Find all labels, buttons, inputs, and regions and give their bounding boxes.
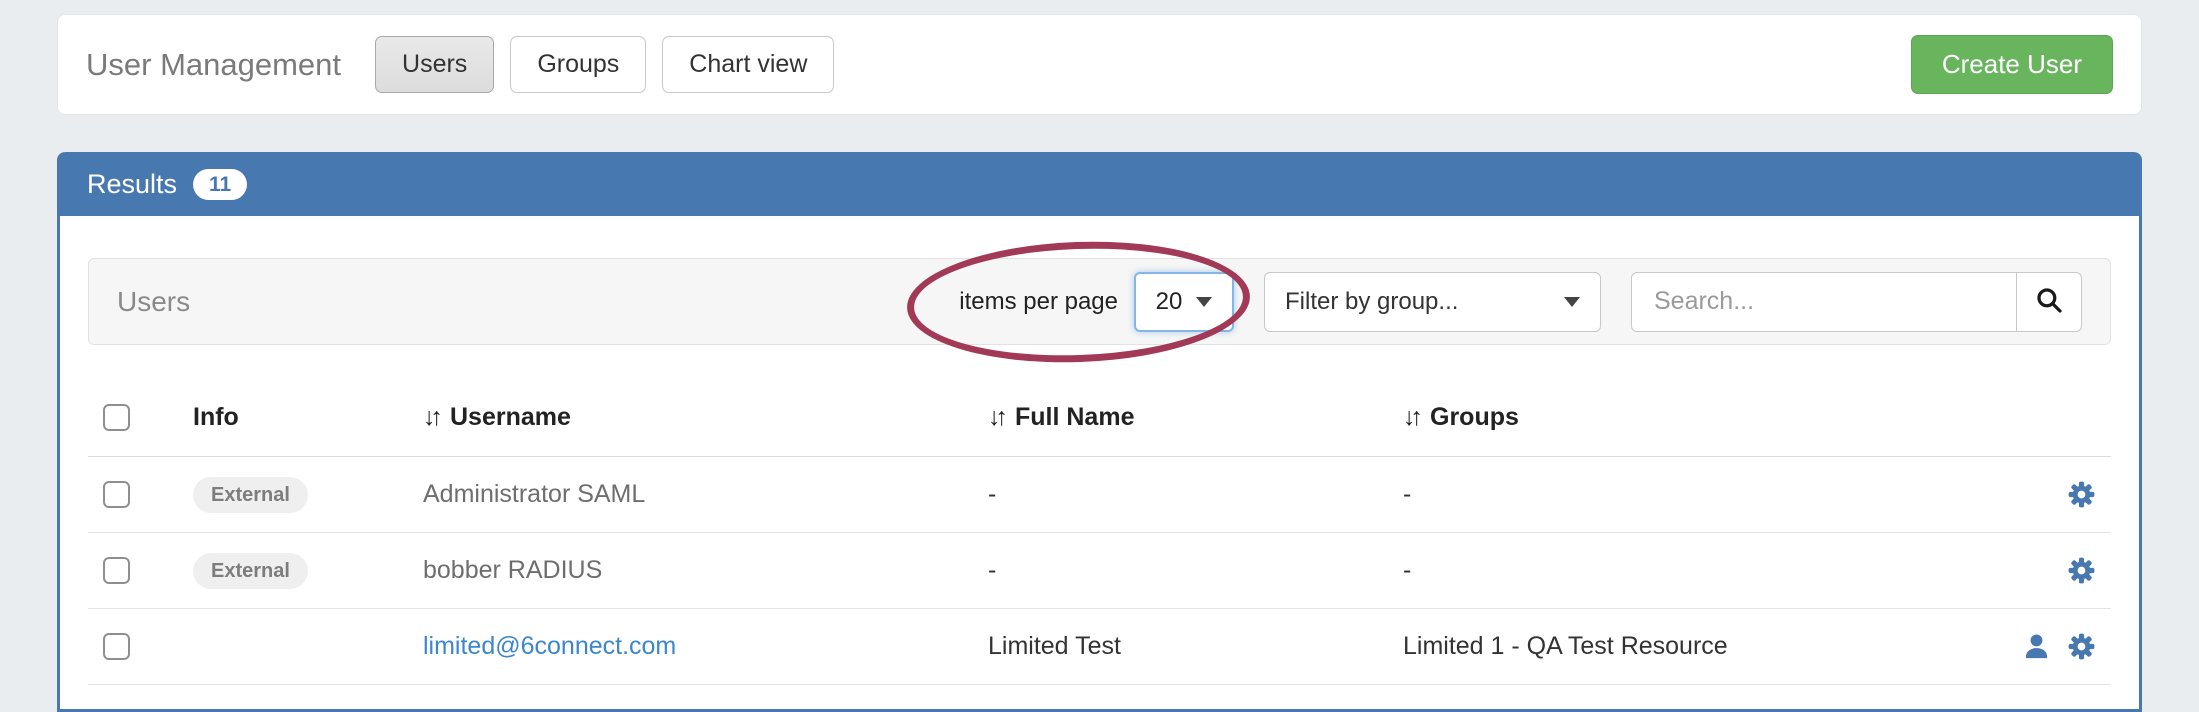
groups-cell: - [1388,533,1948,609]
info-cell: External [178,457,408,533]
username-text: bobber RADIUS [423,556,602,584]
table-header-row: Info ↓↑Username ↓↑Full Name ↓↑Groups [88,393,2111,457]
row-checkbox[interactable] [103,633,130,660]
groups-cell: Limited 1 - QA Test Resource [1388,609,1948,685]
select-all-checkbox[interactable] [103,404,130,431]
header-card: User Management Users Groups Chart view … [57,14,2142,115]
search-button[interactable] [2016,272,2082,332]
create-user-button[interactable]: Create User [1911,35,2113,94]
chevron-down-icon [1196,297,1212,307]
sort-icon: ↓↑ [1403,403,1418,431]
info-cell [178,609,408,685]
full-name-cell: - [973,533,1388,609]
table-row: External bobber RADIUS -- [88,533,2111,609]
magnifier-icon [2034,285,2064,318]
full-name-cell: - [973,457,1388,533]
gear-icon[interactable] [2066,555,2097,586]
gear-icon[interactable] [2066,631,2097,662]
col-header-full-name[interactable]: ↓↑Full Name [973,393,1388,457]
items-per-page-value: 20 [1156,288,1183,316]
username-cell: Administrator SAML [408,457,973,533]
external-badge: External [193,553,308,589]
items-per-page-label: items per page [959,288,1118,316]
row-checkbox[interactable] [103,557,130,584]
actions-cell [1948,609,2111,685]
users-panel-title: Users [117,286,190,318]
row-checkbox[interactable] [103,481,130,508]
chevron-down-icon [1564,297,1580,307]
page-title: User Management [86,47,341,83]
username-cell: limited@6connect.com [408,609,973,685]
tab-chart-view[interactable]: Chart view [662,36,834,93]
full-name-cell: Limited Test [973,609,1388,685]
results-title: Results [87,169,177,200]
select-all-cell [88,393,178,457]
search-group [1631,272,2082,332]
groups-cell: - [1388,457,1948,533]
external-badge: External [193,477,308,513]
users-table: Info ↓↑Username ↓↑Full Name ↓↑Groups Ext… [88,393,2111,685]
table-body: External Administrator SAML -- External bobb… [88,457,2111,685]
group-filter-value: Filter by group... [1285,288,1458,316]
users-toolbar: Users items per page 20 Filter by group.… [88,258,2111,345]
username-text: Administrator SAML [423,480,645,508]
col-header-username[interactable]: ↓↑Username [408,393,973,457]
view-tabs: Users Groups Chart view [375,36,834,93]
tab-groups[interactable]: Groups [510,36,646,93]
results-panel: Results 11 Users items per page 20 Filte… [57,152,2142,712]
tab-users[interactable]: Users [375,36,494,93]
col-header-info: Info [178,393,408,457]
results-body: Users items per page 20 Filter by group.… [60,216,2139,685]
items-per-page-select[interactable]: 20 [1134,272,1234,332]
items-per-page-group: items per page 20 [959,272,1234,332]
results-header: Results 11 [59,152,2140,216]
col-header-actions [1948,393,2111,457]
row-select-cell [88,457,178,533]
gear-icon[interactable] [2066,479,2097,510]
search-input[interactable] [1631,272,2016,332]
group-filter-select[interactable]: Filter by group... [1264,272,1601,332]
username-cell: bobber RADIUS [408,533,973,609]
results-count-badge: 11 [193,169,247,200]
col-header-groups[interactable]: ↓↑Groups [1388,393,1948,457]
user-icon[interactable] [2021,631,2052,662]
actions-cell [1948,457,2111,533]
table-row: limited@6connect.com Limited TestLimited … [88,609,2111,685]
actions-cell [1948,533,2111,609]
table-row: External Administrator SAML -- [88,457,2111,533]
row-select-cell [88,533,178,609]
row-select-cell [88,609,178,685]
sort-icon: ↓↑ [423,403,438,431]
sort-icon: ↓↑ [988,403,1003,431]
username-link[interactable]: limited@6connect.com [423,632,676,660]
info-cell: External [178,533,408,609]
